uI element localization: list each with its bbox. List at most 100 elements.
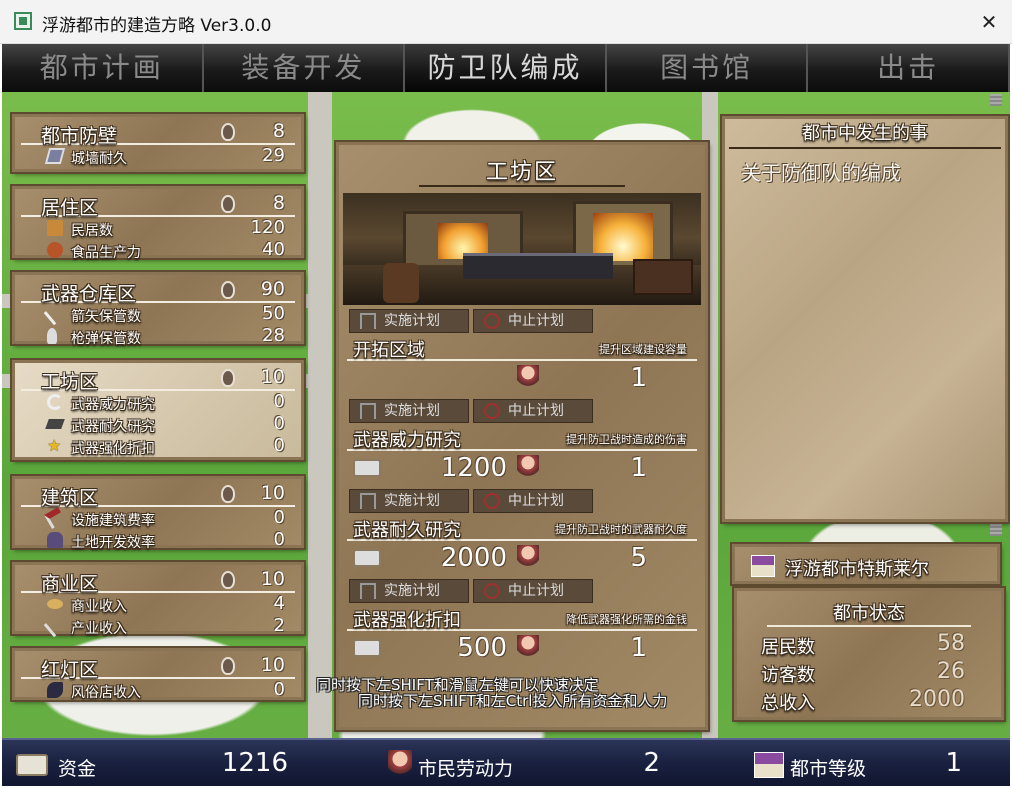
stat-value: 0 — [273, 679, 285, 700]
plan-workers: 5 — [630, 543, 647, 573]
stop-plan-button[interactable]: 中止计划 — [473, 579, 593, 603]
district-count: 10 — [260, 482, 285, 504]
labor-value: 2 — [643, 748, 660, 778]
money-icon — [16, 754, 48, 776]
stat-value: 120 — [250, 217, 285, 238]
stop-plan-button[interactable]: 中止计划 — [473, 489, 593, 513]
prohibit-icon — [484, 313, 500, 329]
scroll-grip-bottom[interactable] — [990, 524, 1002, 536]
close-button[interactable]: ✕ — [966, 0, 1012, 44]
workshop-scene-image — [343, 193, 701, 305]
prohibit-icon — [484, 583, 500, 599]
stat-label: 设施建筑费率 — [71, 513, 155, 529]
execute-plan-button[interactable]: 实施计划 — [349, 489, 469, 513]
status-label: 居民数 — [761, 637, 815, 658]
plan-cost: 500 — [457, 633, 507, 663]
stat-value: 29 — [262, 145, 285, 166]
execute-plan-button[interactable]: 实施计划 — [349, 579, 469, 603]
city-name-panel: 浮游都市特斯莱尔 — [732, 544, 1000, 584]
plan-workers: 1 — [630, 633, 647, 663]
population-icon — [221, 485, 235, 503]
stat-label: 箭矢保管数 — [71, 309, 141, 325]
district-name: 工坊区 — [41, 371, 99, 393]
stat-value: 0 — [273, 507, 285, 528]
game-area: 都市计画 装备开发 防卫队编成 图书馆 出击 都市防壁 8 城墙耐久 29 居住区 8… — [2, 44, 1010, 786]
stat-label: 民居数 — [71, 223, 113, 239]
hammer-icon — [44, 507, 66, 529]
prohibit-icon — [484, 493, 500, 509]
scroll-grip-top[interactable] — [990, 94, 1002, 106]
stop-plan-button[interactable]: 中止计划 — [473, 309, 593, 333]
execute-plan-button[interactable]: 实施计划 — [349, 309, 469, 333]
workers-icon — [360, 403, 376, 419]
district-name: 商业区 — [41, 573, 99, 595]
events-panel: 都市中发生的事 关于防御队的编成 — [722, 116, 1008, 522]
money-icon — [353, 639, 381, 657]
district-commerce[interactable]: 商业区 10 商业收入 4 产业收入 2 — [12, 562, 304, 638]
menu-library[interactable]: 图书馆 — [606, 44, 809, 92]
plan-workers: 1 — [630, 363, 647, 393]
menu-equipment[interactable]: 装备开发 — [203, 44, 406, 92]
stat-value: 50 — [262, 303, 285, 324]
district-construction[interactable]: 建筑区 10 设施建筑费率 0 土地开发效率 0 — [12, 476, 304, 551]
plan-desc: 提升区域建设容量 — [599, 343, 687, 356]
terrain-icon — [47, 532, 63, 548]
district-count: 90 — [260, 278, 285, 300]
workshop-title: 工坊区 — [485, 160, 558, 185]
plan-desc: 提升防卫战时的武器耐久度 — [555, 523, 687, 536]
status-value: 26 — [937, 659, 965, 684]
menu-defense-team[interactable]: 防卫队编成 — [405, 44, 607, 92]
stat-value: 0 — [273, 435, 285, 456]
coin-icon — [47, 599, 63, 609]
stat-value: 40 — [262, 239, 285, 260]
title-bar: 浮游都市的建造方略 Ver3.0.0 ✕ — [0, 0, 1012, 44]
district-red-light[interactable]: 红灯区 10 风俗店收入 0 — [12, 648, 304, 701]
district-name: 红灯区 — [41, 659, 99, 681]
main-menu: 都市计画 装备开发 防卫队编成 图书馆 出击 — [2, 44, 1010, 92]
plan-name: 武器强化折扣 — [353, 610, 461, 631]
stop-plan-button[interactable]: 中止计划 — [473, 399, 593, 423]
district-name: 居住区 — [41, 197, 99, 219]
star-icon: ★ — [47, 436, 62, 455]
stat-value: 0 — [273, 413, 285, 434]
district-wall[interactable]: 都市防壁 8 城墙耐久 29 — [12, 114, 304, 172]
stat-value: 4 — [273, 593, 285, 614]
population-icon — [221, 123, 235, 141]
population-icon — [221, 369, 235, 387]
plan-name: 开拓区域 — [353, 340, 425, 361]
level-label: 都市等级 — [790, 758, 867, 780]
workshop-panel: 工坊区 实施计划 中止计划 开拓区域 提升区域建设容量 1 实施计划 中止计划 … — [336, 142, 708, 730]
district-workshop[interactable]: 工坊区 10 武器威力研究 0 武器耐久研究 0 ★ 武器强化折扣 0 — [12, 360, 304, 460]
house-icon — [47, 220, 63, 236]
status-value: 58 — [937, 631, 965, 656]
worker-icon — [517, 365, 539, 391]
stat-value: 0 — [273, 391, 285, 412]
citizen-icon — [388, 750, 412, 780]
funds-label: 资金 — [58, 758, 97, 780]
status-value: 2000 — [909, 687, 965, 712]
game-window: 浮游都市的建造方略 Ver3.0.0 ✕ 都市计画 装备开发 防卫队编成 图书馆… — [0, 0, 1012, 788]
execute-plan-button[interactable]: 实施计划 — [349, 399, 469, 423]
plan-weapon-durability: 实施计划 中止计划 武器耐久研究 提升防卫战时的武器耐久度 2000 5 — [345, 489, 699, 575]
bullet-icon — [47, 328, 57, 344]
stat-value: 28 — [262, 325, 285, 346]
resource-bar: 资金 1216 市民劳动力 2 都市等级 1 — [2, 738, 1010, 786]
menu-sortie[interactable]: 出击 — [808, 44, 1010, 92]
events-heading: 都市中发生的事 — [729, 119, 1001, 149]
worker-icon — [517, 545, 539, 571]
stat-label: 产业收入 — [71, 621, 127, 637]
district-armory[interactable]: 武器仓库区 90 箭矢保管数 50 枪弹保管数 28 — [12, 272, 304, 347]
money-icon — [353, 549, 381, 567]
ingot-icon — [45, 419, 65, 429]
bread-icon — [47, 242, 63, 258]
population-icon — [221, 195, 235, 213]
workers-icon — [360, 493, 376, 509]
district-residential[interactable]: 居住区 8 民居数 120 食品生产力 40 — [12, 186, 304, 261]
whetstone-icon — [47, 394, 63, 410]
shield-icon — [44, 148, 66, 164]
labor-label: 市民劳动力 — [418, 758, 514, 780]
stat-label: 土地开发效率 — [71, 535, 155, 551]
plan-weapon-power: 实施计划 中止计划 武器威力研究 提升防卫战时造成的伤害 1200 1 — [345, 399, 699, 485]
district-count: 8 — [272, 192, 285, 214]
menu-city-plan[interactable]: 都市计画 — [2, 44, 204, 92]
